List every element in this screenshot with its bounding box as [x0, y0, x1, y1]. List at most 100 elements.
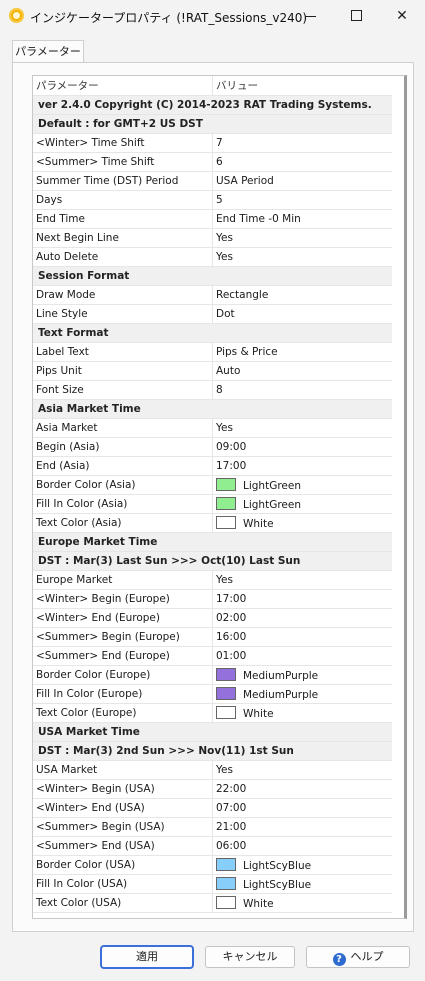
parameter-value-cell[interactable]: Yes — [212, 760, 392, 780]
parameter-row[interactable]: Days 5 — [33, 190, 392, 210]
parameter-value-cell[interactable]: Yes — [212, 247, 392, 267]
section-header-row[interactable]: DST : Mar(3) Last Sun >>> Oct(10) Last S… — [33, 551, 392, 571]
parameter-value-cell[interactable]: Yes — [212, 570, 392, 590]
section-header-row[interactable]: Session Format — [33, 266, 392, 286]
parameter-value-cell[interactable]: 7 — [212, 133, 392, 153]
color-swatch[interactable] — [216, 706, 236, 719]
parameter-row[interactable]: End (Asia) 17:00 — [33, 456, 392, 476]
parameter-row[interactable]: <Summer> Begin (USA) 21:00 — [33, 817, 392, 837]
parameter-value-cell[interactable]: MediumPurple — [212, 684, 392, 704]
help-button[interactable]: ? ヘルプ — [306, 946, 410, 968]
close-button[interactable]: ✕ — [379, 0, 425, 32]
parameter-row[interactable]: Draw Mode Rectangle — [33, 285, 392, 305]
parameter-value-cell[interactable]: Yes — [212, 418, 392, 438]
parameter-value-cell[interactable]: 07:00 — [212, 798, 392, 818]
parameter-value-cell[interactable]: 17:00 — [212, 456, 392, 476]
color-swatch[interactable] — [216, 896, 236, 909]
parameter-row[interactable]: Fill In Color (USA) LightScyBlue — [33, 874, 392, 894]
parameter-row[interactable]: <Winter> End (Europe) 02:00 — [33, 608, 392, 628]
parameter-value-cell[interactable]: Yes — [212, 228, 392, 248]
parameter-row[interactable]: Text Color (Asia) White — [33, 513, 392, 533]
color-swatch[interactable] — [216, 687, 236, 700]
parameter-row[interactable]: Label Text Pips & Price — [33, 342, 392, 362]
parameter-row[interactable]: Text Color (Europe) White — [33, 703, 392, 723]
parameter-row[interactable]: Pips Unit Auto — [33, 361, 392, 381]
parameter-value-cell[interactable]: White — [212, 893, 392, 913]
color-swatch[interactable] — [216, 478, 236, 491]
parameter-value-cell[interactable]: End Time -0 Min — [212, 209, 392, 229]
parameter-value-cell[interactable]: Pips & Price — [212, 342, 392, 362]
parameter-row[interactable]: <Summer> End (USA) 06:00 — [33, 836, 392, 856]
section-header-row[interactable]: Default : for GMT+2 US DST — [33, 114, 392, 134]
section-header-row[interactable]: Text Format — [33, 323, 392, 343]
parameter-value-cell[interactable]: LightGreen — [212, 494, 392, 514]
parameter-value-cell[interactable]: 5 — [212, 190, 392, 210]
section-header-row[interactable]: USA Market Time — [33, 722, 392, 742]
parameter-value: End Time -0 Min — [216, 213, 301, 225]
color-swatch[interactable] — [216, 858, 236, 871]
parameter-row[interactable]: Auto Delete Yes — [33, 247, 392, 267]
parameter-row[interactable]: <Summer> Time Shift 6 — [33, 152, 392, 172]
parameter-value-cell[interactable]: 8 — [212, 380, 392, 400]
parameter-value-cell[interactable]: 6 — [212, 152, 392, 172]
color-swatch[interactable] — [216, 877, 236, 890]
parameter-value-cell[interactable]: Rectangle — [212, 285, 392, 305]
color-swatch[interactable] — [216, 668, 236, 681]
parameter-row[interactable]: USA Market Yes — [33, 760, 392, 780]
parameter-row[interactable]: Europe Market Yes — [33, 570, 392, 590]
parameter-value-cell[interactable]: White — [212, 703, 392, 723]
parameter-row[interactable]: Summer Time (DST) Period USA Period — [33, 171, 392, 191]
minimize-button[interactable] — [287, 0, 333, 32]
section-header-row[interactable]: ver 2.4.0 Copyright (C) 2014-2023 RAT Tr… — [33, 95, 392, 115]
parameter-value-cell[interactable]: 09:00 — [212, 437, 392, 457]
parameter-row[interactable]: Begin (Asia) 09:00 — [33, 437, 392, 457]
section-header-row[interactable]: Europe Market Time — [33, 532, 392, 552]
tab-parameters[interactable]: パラメーター — [12, 40, 84, 63]
parameter-row[interactable]: <Winter> End (USA) 07:00 — [33, 798, 392, 818]
cancel-button[interactable]: キャンセル — [205, 946, 295, 968]
parameter-row[interactable]: Text Color (USA) White — [33, 893, 392, 913]
parameter-value-cell[interactable]: White — [212, 513, 392, 533]
parameter-row[interactable]: End Time End Time -0 Min — [33, 209, 392, 229]
parameter-value: 17:00 — [216, 593, 247, 605]
parameter-row[interactable]: Fill In Color (Europe) MediumPurple — [33, 684, 392, 704]
parameter-value-cell[interactable]: 17:00 — [212, 589, 392, 609]
parameter-value-cell[interactable]: LightScyBlue — [212, 855, 392, 875]
parameter-row[interactable]: <Summer> End (Europe) 01:00 — [33, 646, 392, 666]
section-header-row[interactable]: DST : Mar(3) 2nd Sun >>> Nov(11) 1st Sun — [33, 741, 392, 761]
column-header-value[interactable]: バリュー — [212, 76, 392, 96]
parameter-value-cell[interactable]: MediumPurple — [212, 665, 392, 685]
color-swatch[interactable] — [216, 497, 236, 510]
maximize-button[interactable] — [333, 0, 379, 32]
apply-button[interactable]: 適用 — [101, 946, 193, 968]
parameter-value: 06:00 — [216, 840, 247, 852]
parameter-value-cell[interactable]: 16:00 — [212, 627, 392, 647]
parameter-row[interactable]: Border Color (USA) LightScyBlue — [33, 855, 392, 875]
parameter-value: White — [243, 518, 274, 530]
parameter-row[interactable]: <Winter> Begin (USA) 22:00 — [33, 779, 392, 799]
parameter-value-cell[interactable]: 22:00 — [212, 779, 392, 799]
parameter-row[interactable]: <Winter> Begin (Europe) 17:00 — [33, 589, 392, 609]
parameter-value-cell[interactable]: Auto — [212, 361, 392, 381]
parameter-name: <Winter> Begin (USA) — [33, 779, 213, 799]
parameter-row[interactable]: Next Begin Line Yes — [33, 228, 392, 248]
parameter-value-cell[interactable]: USA Period — [212, 171, 392, 191]
parameter-row[interactable]: Border Color (Asia) LightGreen — [33, 475, 392, 495]
column-header-parameter[interactable]: パラメーター — [33, 76, 213, 96]
section-header-row[interactable]: Asia Market Time — [33, 399, 392, 419]
parameter-value-cell[interactable]: LightGreen — [212, 475, 392, 495]
parameter-row[interactable]: Font Size 8 — [33, 380, 392, 400]
parameter-row[interactable]: Asia Market Yes — [33, 418, 392, 438]
parameter-row[interactable]: Fill In Color (Asia) LightGreen — [33, 494, 392, 514]
parameter-value-cell[interactable]: 06:00 — [212, 836, 392, 856]
parameter-row[interactable]: Border Color (Europe) MediumPurple — [33, 665, 392, 685]
parameter-value-cell[interactable]: 02:00 — [212, 608, 392, 628]
parameter-value-cell[interactable]: Dot — [212, 304, 392, 324]
parameter-value-cell[interactable]: 21:00 — [212, 817, 392, 837]
color-swatch[interactable] — [216, 516, 236, 529]
parameter-row[interactable]: <Winter> Time Shift 7 — [33, 133, 392, 153]
parameter-row[interactable]: Line Style Dot — [33, 304, 392, 324]
parameter-value-cell[interactable]: 01:00 — [212, 646, 392, 666]
parameter-value-cell[interactable]: LightScyBlue — [212, 874, 392, 894]
parameter-row[interactable]: <Summer> Begin (Europe) 16:00 — [33, 627, 392, 647]
